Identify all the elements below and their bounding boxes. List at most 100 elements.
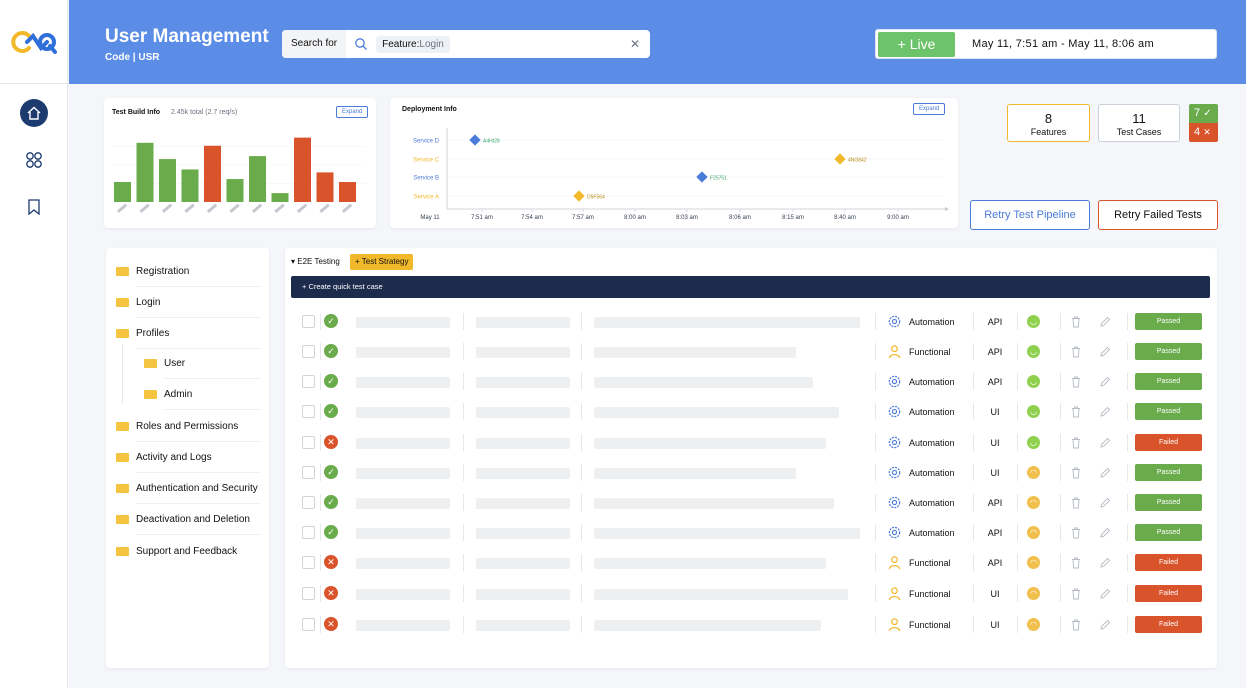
test-type: Functional bbox=[909, 347, 951, 357]
edit-icon[interactable] bbox=[1099, 315, 1111, 327]
build-bar[interactable] bbox=[249, 156, 266, 202]
nav-bookmarks[interactable] bbox=[20, 193, 48, 221]
column-divider bbox=[1017, 343, 1018, 360]
delete-icon[interactable] bbox=[1071, 345, 1081, 358]
edit-icon[interactable] bbox=[1099, 405, 1111, 417]
build-bar[interactable] bbox=[114, 182, 131, 202]
build-bar-label bbox=[229, 203, 240, 213]
delete-icon[interactable] bbox=[1071, 436, 1081, 449]
edit-icon[interactable] bbox=[1099, 496, 1111, 508]
delete-icon[interactable] bbox=[1071, 618, 1081, 631]
tree-item-registration[interactable]: Registration bbox=[136, 266, 189, 277]
row-checkbox[interactable] bbox=[302, 556, 315, 569]
edit-icon[interactable] bbox=[1099, 345, 1111, 357]
status-fail-icon: ✕ bbox=[324, 435, 338, 449]
deployment-marker[interactable] bbox=[834, 153, 846, 165]
build-bar[interactable] bbox=[316, 172, 334, 202]
edit-icon[interactable] bbox=[1099, 526, 1111, 538]
passed-badge: Passed bbox=[1135, 494, 1202, 511]
edit-icon[interactable] bbox=[1099, 618, 1111, 630]
edit-icon[interactable] bbox=[1099, 436, 1111, 448]
row-checkbox[interactable] bbox=[302, 315, 315, 328]
passed-badge: Passed bbox=[1135, 464, 1202, 481]
row-checkbox[interactable] bbox=[302, 587, 315, 600]
build-bar[interactable] bbox=[294, 137, 311, 202]
edit-icon[interactable] bbox=[1099, 375, 1111, 387]
create-quick-test-button[interactable]: + Create quick test case bbox=[291, 276, 1210, 298]
deployment-marker[interactable] bbox=[696, 171, 708, 183]
build-bar[interactable] bbox=[339, 182, 356, 202]
tree-item-admin[interactable]: Admin bbox=[164, 389, 192, 400]
clear-search-icon[interactable]: ✕ bbox=[630, 37, 640, 51]
column-divider bbox=[1127, 313, 1128, 330]
edit-icon[interactable] bbox=[1099, 556, 1111, 568]
column-divider bbox=[581, 616, 582, 633]
edit-icon[interactable] bbox=[1099, 587, 1111, 599]
delete-icon[interactable] bbox=[1071, 526, 1081, 539]
column-divider bbox=[973, 554, 974, 571]
retry-pipeline-button[interactable]: Retry Test Pipeline bbox=[970, 200, 1090, 230]
row-checkbox[interactable] bbox=[302, 526, 315, 539]
build-bar[interactable] bbox=[159, 159, 176, 202]
delete-icon[interactable] bbox=[1071, 315, 1081, 328]
page-title: User Management bbox=[105, 26, 269, 47]
delete-icon[interactable] bbox=[1071, 375, 1081, 388]
delete-icon[interactable] bbox=[1071, 466, 1081, 479]
nav-modules[interactable] bbox=[20, 146, 48, 174]
passed-badge: Passed bbox=[1135, 403, 1202, 420]
column-divider bbox=[1127, 464, 1128, 481]
row-checkbox[interactable] bbox=[302, 496, 315, 509]
tree-item-roles-and-permissions[interactable]: Roles and Permissions bbox=[136, 421, 238, 432]
time-range-text[interactable]: May 11, 7:51 am - May 11, 8:06 am bbox=[972, 38, 1154, 50]
test-description-placeholder bbox=[594, 317, 860, 328]
e2e-testing-tab[interactable]: ▾ E2E Testing bbox=[291, 257, 340, 266]
features-stat[interactable]: 8 Features bbox=[1007, 104, 1090, 142]
build-bar[interactable] bbox=[136, 142, 154, 202]
build-bar-label bbox=[206, 203, 218, 213]
row-checkbox[interactable] bbox=[302, 618, 315, 631]
search-filter-chip[interactable]: Feature:Login bbox=[376, 35, 450, 53]
row-checkbox[interactable] bbox=[302, 405, 315, 418]
row-checkbox[interactable] bbox=[302, 436, 315, 449]
search-bar[interactable]: Search for Feature:Login ✕ bbox=[282, 30, 650, 58]
row-checkbox[interactable] bbox=[302, 466, 315, 479]
column-divider bbox=[875, 373, 876, 390]
deployment-marker[interactable] bbox=[469, 134, 481, 146]
live-button[interactable]: + Live bbox=[878, 32, 955, 57]
tree-item-deactivation-and-deletion[interactable]: Deactivation and Deletion bbox=[136, 514, 250, 525]
tree-item-support-and-feedback[interactable]: Support and Feedback bbox=[136, 546, 237, 557]
column-divider bbox=[581, 554, 582, 571]
test-cases-count: 11 bbox=[1132, 111, 1146, 126]
delete-icon[interactable] bbox=[1071, 556, 1081, 569]
tree-item-profiles[interactable]: Profiles bbox=[136, 328, 169, 339]
test-cases-stat[interactable]: 11 Test Cases bbox=[1098, 104, 1180, 142]
status-fail-icon: ✕ bbox=[324, 586, 338, 600]
test-strategy-button[interactable]: + Test Strategy bbox=[350, 254, 414, 270]
tree-item-user[interactable]: User bbox=[164, 358, 185, 369]
tree-item-activity-and-logs[interactable]: Activity and Logs bbox=[136, 452, 212, 463]
passed-count-badge[interactable]: 7 ✓ bbox=[1189, 104, 1218, 123]
row-checkbox[interactable] bbox=[302, 375, 315, 388]
delete-icon[interactable] bbox=[1071, 496, 1081, 509]
delete-icon[interactable] bbox=[1071, 405, 1081, 418]
sad-face-icon: ◠ bbox=[1027, 466, 1040, 479]
build-bar-label bbox=[161, 203, 173, 213]
build-bar[interactable] bbox=[181, 169, 199, 202]
test-type: Functional bbox=[909, 589, 951, 599]
build-bar[interactable] bbox=[271, 193, 289, 202]
build-bar[interactable] bbox=[204, 145, 221, 202]
app-logo[interactable] bbox=[0, 0, 68, 84]
delete-icon[interactable] bbox=[1071, 587, 1081, 600]
nav-home[interactable] bbox=[20, 99, 48, 127]
deployment-marker[interactable] bbox=[573, 190, 585, 202]
failed-count-badge[interactable]: 4 ✕ bbox=[1189, 123, 1218, 142]
retry-failed-button[interactable]: Retry Failed Tests bbox=[1098, 200, 1218, 230]
build-bar[interactable] bbox=[226, 179, 244, 202]
tree-item-authentication-and-security[interactable]: Authentication and Security bbox=[136, 483, 258, 494]
tree-item-login[interactable]: Login bbox=[136, 297, 160, 308]
table-row: ✓ Automation UI ◡ Passed bbox=[285, 397, 1217, 427]
edit-icon[interactable] bbox=[1099, 466, 1111, 478]
row-checkbox[interactable] bbox=[302, 345, 315, 358]
column-divider bbox=[581, 434, 582, 451]
column-divider bbox=[1127, 524, 1128, 541]
